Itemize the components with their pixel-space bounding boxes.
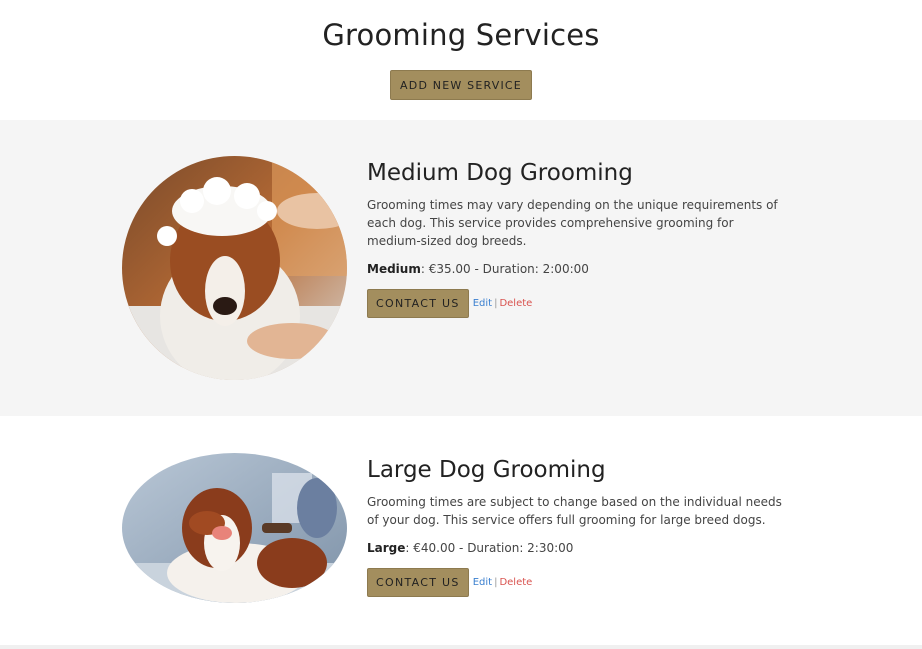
delete-link[interactable]: Delete (499, 298, 532, 309)
service-price: Medium: €35.00 - Duration: 2:00:00 (367, 262, 787, 276)
service-title: Medium Dog Grooming (367, 160, 633, 186)
service-size-label: Medium (367, 262, 421, 276)
contact-us-button[interactable]: CONTACT US (367, 289, 469, 318)
service-info-medium: Medium Dog Grooming Grooming times may v… (367, 160, 787, 318)
service-description: Grooming times may vary depending on the… (367, 198, 778, 248)
edit-link[interactable]: Edit (473, 298, 492, 309)
link-separator: | (494, 298, 498, 309)
service-actions: CONTACT US Edit | Delete (367, 568, 787, 597)
service-price-text: : €40.00 - Duration: 2:30:00 (405, 541, 574, 555)
edit-link[interactable]: Edit (473, 577, 492, 588)
service-price: Large: €40.00 - Duration: 2:30:00 (367, 541, 787, 555)
service-size-label: Large (367, 541, 406, 555)
service-info-large: Large Dog Grooming Grooming times are su… (367, 457, 787, 597)
service-actions: CONTACT US Edit | Delete (367, 289, 787, 318)
page-title: Grooming Services (322, 18, 600, 52)
next-section-edge (0, 645, 922, 649)
service-card-medium: Medium Dog Grooming Grooming times may v… (0, 120, 922, 416)
link-separator: | (494, 577, 498, 588)
service-title: Large Dog Grooming (367, 457, 606, 483)
add-new-service-button[interactable]: ADD NEW SERVICE (390, 70, 532, 100)
service-card-large: Large Dog Grooming Grooming times are su… (0, 416, 922, 645)
contact-us-button[interactable]: CONTACT US (367, 568, 469, 597)
service-description: Grooming times are subject to change bas… (367, 495, 782, 527)
service-price-text: : €35.00 - Duration: 2:00:00 (420, 262, 589, 276)
service-image-medium-dog (122, 156, 347, 380)
delete-link[interactable]: Delete (499, 577, 532, 588)
page-header: Grooming Services ADD NEW SERVICE (0, 0, 922, 120)
service-image-large-dog (122, 453, 347, 603)
